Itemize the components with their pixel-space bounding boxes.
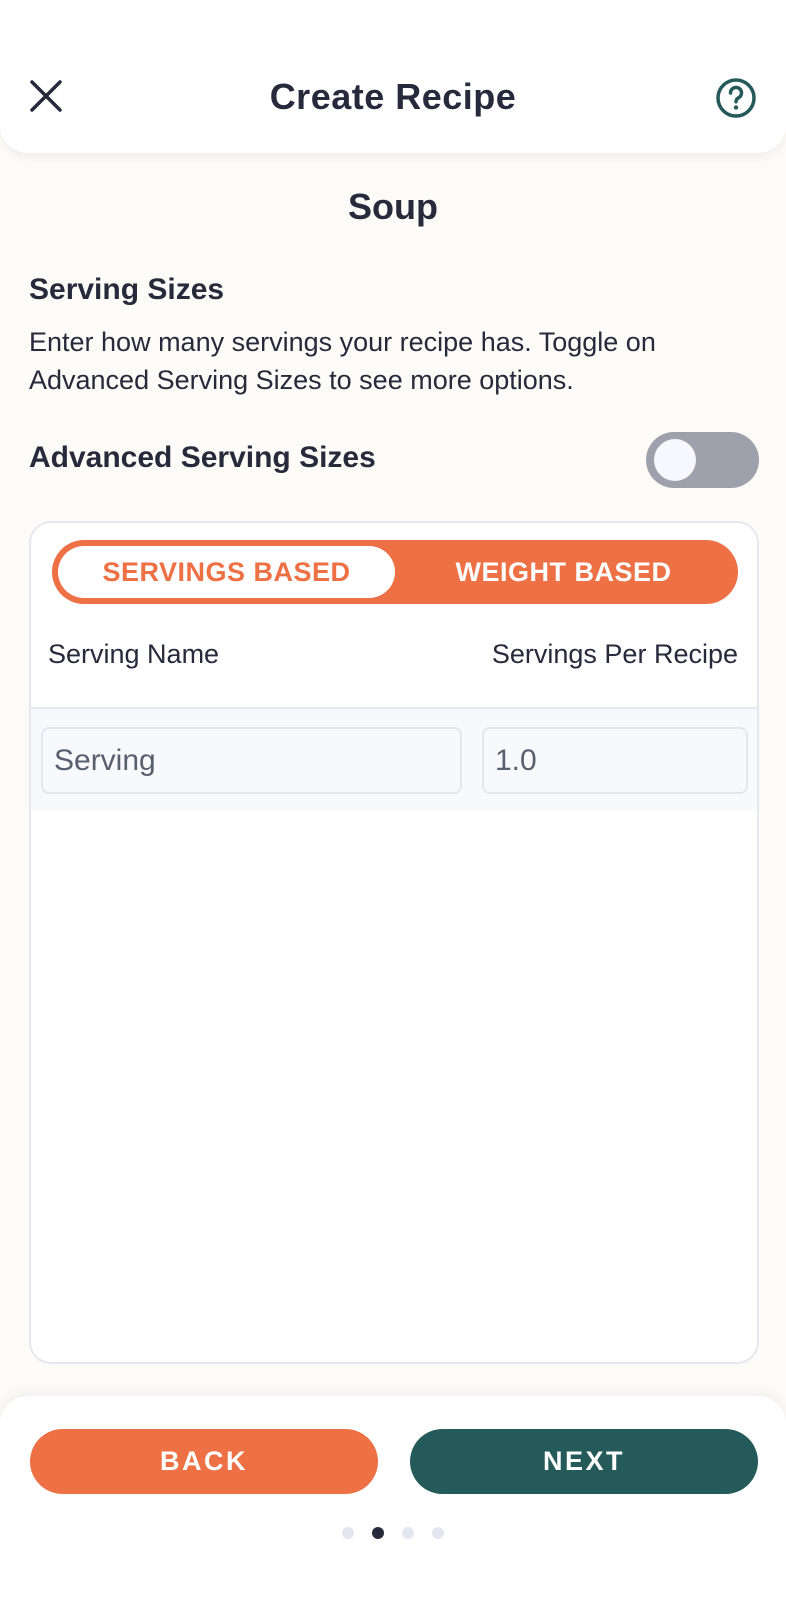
step-indicator — [0, 1527, 786, 1539]
section-description: Enter how many servings your recipe has.… — [29, 327, 656, 395]
column-header-serving-name: Serving Name — [48, 639, 220, 669]
recipe-name: Soup — [348, 186, 438, 227]
mode-segmented-control: SERVINGS BASED WEIGHT BASED — [52, 540, 738, 604]
step-dot-3 — [402, 1527, 414, 1539]
top-app-bar: Create Recipe — [0, 0, 786, 153]
section-title: Serving Sizes — [29, 273, 225, 306]
step-dot-4 — [432, 1527, 444, 1539]
advanced-serving-sizes-label: Advanced Serving Sizes — [29, 441, 376, 474]
step-dot-1 — [342, 1527, 354, 1539]
serving-name-input[interactable] — [41, 727, 462, 794]
serving-card: SERVINGS BASED WEIGHT BASED Serving Name… — [29, 521, 759, 1364]
servings-based-tab[interactable]: SERVINGS BASED — [58, 546, 395, 598]
page-title: Create Recipe — [269, 76, 517, 117]
servings-per-recipe-input[interactable] — [482, 727, 748, 794]
step-dot-2 — [372, 1527, 384, 1539]
column-header-servings-per-recipe: Servings Per Recipe — [491, 639, 738, 669]
toggle-knob — [654, 439, 696, 481]
next-button[interactable]: NEXT — [410, 1429, 758, 1494]
advanced-serving-sizes-toggle[interactable] — [646, 432, 759, 488]
bottom-bar: BACK NEXT — [0, 1396, 786, 1598]
help-button[interactable] — [714, 76, 758, 120]
weight-based-tab[interactable]: WEIGHT BASED — [395, 546, 732, 598]
help-circle-icon — [716, 78, 756, 118]
table-row — [31, 707, 757, 810]
back-button[interactable]: BACK — [30, 1429, 378, 1494]
